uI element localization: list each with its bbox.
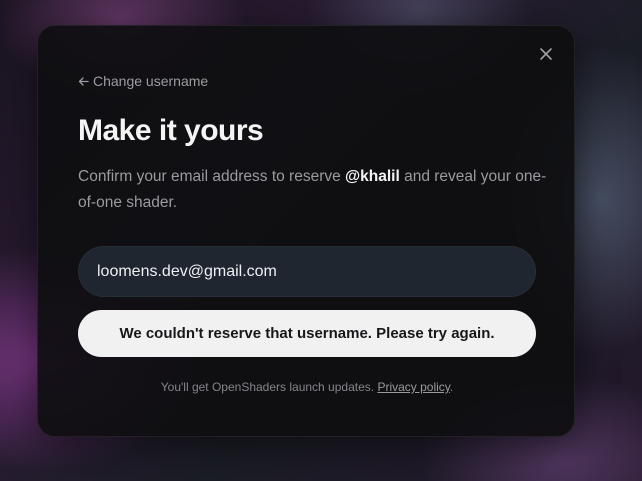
change-username-label: Change username bbox=[93, 73, 209, 89]
footer-period: . bbox=[449, 380, 454, 394]
change-username-link[interactable]: Change username bbox=[78, 73, 208, 89]
footer-text: You'll get OpenShaders launch updates. bbox=[160, 380, 378, 394]
privacy-policy-link[interactable]: Privacy policy bbox=[377, 380, 449, 394]
email-field[interactable] bbox=[78, 246, 536, 297]
close-button[interactable] bbox=[536, 44, 556, 64]
reserve-username-modal: Change username Make it yours Confirm yo… bbox=[37, 25, 575, 437]
submit-button[interactable]: We couldn't reserve that username. Pleas… bbox=[78, 310, 536, 357]
arrow-left-icon bbox=[78, 76, 89, 86]
username-handle: @khalil bbox=[345, 168, 400, 185]
modal-subtitle: Confirm your email address to reserve @k… bbox=[78, 164, 548, 216]
modal-title: Make it yours bbox=[78, 114, 264, 147]
footer-note: You'll get OpenShaders launch updates. P… bbox=[38, 380, 576, 394]
subtitle-text-before: Confirm your email address to reserve bbox=[78, 168, 346, 185]
close-icon bbox=[540, 48, 552, 60]
